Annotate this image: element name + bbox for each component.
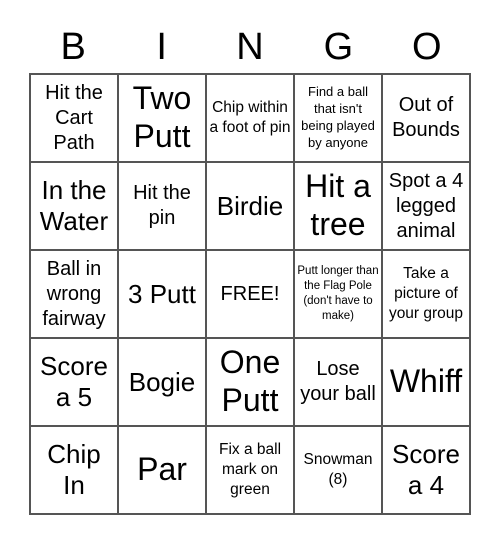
bingo-cell[interactable]: Chip In — [30, 426, 118, 514]
bingo-cell-text: Score a 4 — [392, 439, 460, 500]
bingo-cell[interactable]: Putt longer than the Flag Pole (don't ha… — [294, 250, 382, 338]
bingo-cell[interactable]: FREE! — [206, 250, 294, 338]
bingo-cell[interactable]: Spot a 4 legged animal — [382, 162, 470, 250]
header-letter-b: B — [60, 26, 86, 68]
bingo-cell-text: Score a 5 — [40, 351, 108, 412]
bingo-cell[interactable]: Par — [118, 426, 206, 514]
bingo-cell-text: Two Putt — [132, 80, 192, 154]
header-letter-i: I — [156, 26, 167, 68]
bingo-cell-text: FREE! — [220, 282, 280, 305]
bingo-cell-text: Par — [137, 451, 187, 488]
bingo-cell-text: Chip In — [47, 439, 101, 500]
bingo-cell[interactable]: 3 Putt — [118, 250, 206, 338]
bingo-cell-text: Whiff — [389, 363, 463, 400]
header-letter-o: O — [412, 26, 442, 68]
bingo-cell[interactable]: Fix a ball mark on green — [206, 426, 294, 514]
bingo-cell[interactable]: Hit a tree — [294, 162, 382, 250]
bingo-cell[interactable]: Birdie — [206, 162, 294, 250]
bingo-cell[interactable]: Score a 4 — [382, 426, 470, 514]
bingo-cell[interactable]: Two Putt — [118, 74, 206, 162]
bingo-cell-text: Putt longer than the Flag Pole (don't ha… — [297, 265, 379, 322]
bingo-cell[interactable]: Chip within a foot of pin — [206, 74, 294, 162]
bingo-cell-text: Ball in wrong fairway — [42, 257, 106, 330]
bingo-cell[interactable]: Snowman (8) — [294, 426, 382, 514]
header-letter-g: G — [323, 26, 354, 68]
bingo-cell[interactable]: Hit the pin — [118, 162, 206, 250]
bingo-cell[interactable]: Take a picture of your group — [382, 250, 470, 338]
bingo-cell[interactable]: Hit the Cart Path — [30, 74, 118, 162]
bingo-cell-text: Hit a tree — [305, 168, 371, 242]
bingo-cell-text: Lose your ball — [300, 358, 376, 405]
bingo-cell-text: Birdie — [216, 190, 284, 221]
bingo-header: B I N G O — [29, 22, 471, 72]
bingo-cell[interactable]: Find a ball that isn't being played by a… — [294, 74, 382, 162]
bingo-cell-text: Chip within a foot of pin — [209, 98, 291, 136]
bingo-cell-text: Take a picture of your group — [388, 264, 464, 323]
header-letter-n: N — [236, 26, 264, 68]
bingo-cell[interactable]: Out of Bounds — [382, 74, 470, 162]
bingo-cell-text: 3 Putt — [128, 278, 196, 309]
bingo-cell[interactable]: In the Water — [30, 162, 118, 250]
bingo-cell-text: Fix a ball mark on green — [218, 440, 282, 499]
bingo-cell[interactable]: Ball in wrong fairway — [30, 250, 118, 338]
bingo-cell-text: Hit the Cart Path — [45, 81, 103, 154]
bingo-cell-text: Out of Bounds — [392, 94, 460, 141]
bingo-cell-text: Find a ball that isn't being played by a… — [301, 84, 375, 150]
bingo-cell-text: Snowman (8) — [303, 450, 373, 488]
bingo-cell[interactable]: Score a 5 — [30, 338, 118, 426]
bingo-cell[interactable]: Bogie — [118, 338, 206, 426]
bingo-cell[interactable]: One Putt — [206, 338, 294, 426]
bingo-cell-text: Bogie — [128, 366, 196, 397]
bingo-cell[interactable]: Whiff — [382, 338, 470, 426]
bingo-cell-text: Hit the pin — [133, 182, 191, 229]
bingo-cell-text: In the Water — [39, 175, 109, 236]
bingo-cell-text: Spot a 4 legged animal — [388, 169, 464, 242]
bingo-grid: Hit the Cart Path Two Putt Chip within a f… — [29, 73, 471, 515]
bingo-cell[interactable]: Lose your ball — [294, 338, 382, 426]
bingo-cell-text: One Putt — [219, 344, 281, 418]
